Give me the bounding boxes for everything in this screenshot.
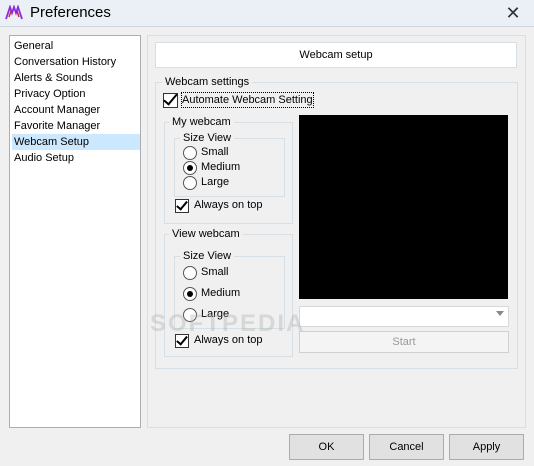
close-icon: ✕ — [505, 3, 521, 23]
my-webcam-always-on-top-label[interactable]: Always on top — [194, 198, 262, 212]
close-button[interactable]: ✕ — [498, 2, 528, 24]
window-title: Preferences — [30, 4, 111, 21]
view-webcam-medium-label[interactable]: Medium — [201, 286, 240, 300]
automate-webcam-label[interactable]: Automate Webcam Setting — [181, 92, 314, 108]
apply-button[interactable]: Apply — [449, 434, 524, 460]
nav-item-conversation-history[interactable]: Conversation History — [12, 54, 140, 70]
my-webcam-large-label[interactable]: Large — [201, 175, 229, 189]
webcam-settings-label: Webcam settings — [162, 76, 253, 88]
my-webcam-small-radio[interactable] — [183, 146, 197, 160]
panel-header: Webcam setup — [155, 42, 517, 68]
automate-webcam-checkbox[interactable] — [163, 93, 178, 108]
my-webcam-medium-radio[interactable] — [183, 161, 197, 175]
title-bar: Preferences ✕ — [0, 0, 534, 27]
webcam-device-select[interactable] — [299, 306, 509, 327]
nav-item-general[interactable]: General — [12, 38, 140, 54]
my-webcam-always-on-top-checkbox[interactable] — [175, 199, 189, 213]
nav-item-favorite-manager[interactable]: Favorite Manager — [12, 118, 140, 134]
my-webcam-label: My webcam — [169, 116, 234, 128]
softpedia-watermark: SOFTPEDIA — [150, 310, 306, 337]
webcam-preview — [299, 115, 508, 299]
my-webcam-medium-label[interactable]: Medium — [201, 160, 240, 174]
nav-item-audio-setup[interactable]: Audio Setup — [12, 150, 140, 166]
start-button[interactable]: Start — [299, 331, 509, 353]
chevron-down-icon — [496, 311, 504, 316]
my-webcam-size-view-label: Size View — [180, 132, 235, 144]
nav-item-privacy-option[interactable]: Privacy Option — [12, 86, 140, 102]
nav-item-webcam-setup[interactable]: Webcam Setup — [12, 134, 140, 150]
my-webcam-large-radio[interactable] — [183, 176, 197, 190]
view-webcam-label: View webcam — [169, 228, 243, 240]
preferences-nav-list[interactable]: General Conversation History Alerts & So… — [9, 35, 141, 428]
view-webcam-size-view-label: Size View — [180, 250, 235, 262]
my-webcam-small-label[interactable]: Small — [201, 145, 229, 159]
view-webcam-small-label[interactable]: Small — [201, 265, 229, 279]
app-logo-icon — [5, 5, 23, 20]
cancel-button[interactable]: Cancel — [369, 434, 444, 460]
view-webcam-medium-radio[interactable] — [183, 287, 197, 301]
nav-item-alerts-sounds[interactable]: Alerts & Sounds — [12, 70, 140, 86]
ok-button[interactable]: OK — [289, 434, 364, 460]
nav-item-account-manager[interactable]: Account Manager — [12, 102, 140, 118]
view-webcam-small-radio[interactable] — [183, 266, 197, 280]
